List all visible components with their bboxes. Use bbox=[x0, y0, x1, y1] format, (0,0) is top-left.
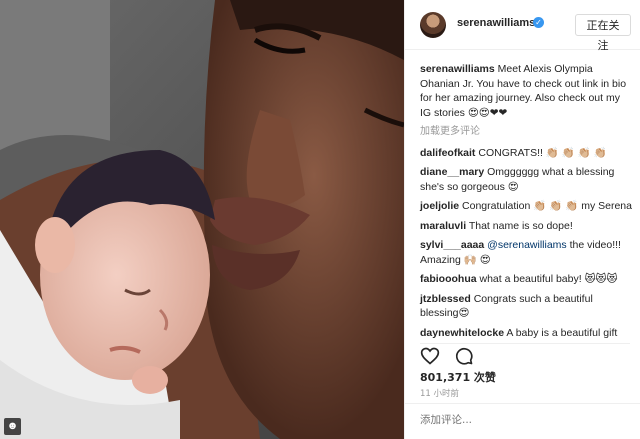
comment-text: Congratulation 👏🏼 👏🏼 👏🏼 my Serena bbox=[462, 200, 632, 212]
caption: serenawilliams Meet Alexis Olympia Ohani… bbox=[420, 62, 632, 120]
post-photo[interactable]: ☻ bbox=[0, 0, 404, 439]
mother-and-baby-image bbox=[0, 0, 404, 439]
comments-list: serenawilliams Meet Alexis Olympia Ohani… bbox=[420, 62, 632, 345]
post-header: serenawilliams ✓ 正在关注 bbox=[405, 0, 640, 52]
load-more-comments-link[interactable]: 加载更多评论 bbox=[420, 125, 632, 140]
action-bar bbox=[420, 343, 630, 366]
comment-username[interactable]: dalifeofkait bbox=[420, 147, 475, 159]
comment: maraluvli That name is so dope! bbox=[420, 219, 632, 234]
comment-username[interactable]: sylvi___aaaa bbox=[420, 239, 484, 251]
verified-badge-icon: ✓ bbox=[533, 17, 544, 28]
comment-username[interactable]: daynewhitelocke bbox=[420, 327, 504, 339]
header-username[interactable]: serenawilliams bbox=[457, 17, 535, 29]
comment-text: what a beautiful baby! 😻😻😻 bbox=[479, 273, 618, 285]
comment-text: A baby is a beautiful gift bbox=[506, 326, 618, 339]
post-timestamp: 11 小时前 bbox=[420, 389, 460, 399]
comment: diane__mary Omgggggg what a blessing she… bbox=[420, 165, 632, 194]
following-button[interactable]: 正在关注 bbox=[575, 14, 631, 52]
comment-mention[interactable]: @serenawilliams bbox=[487, 239, 567, 251]
user-silhouette-icon: ☻ bbox=[4, 418, 21, 435]
add-comment-input[interactable] bbox=[420, 414, 620, 426]
comment: fabiooohua what a beautiful baby! 😻😻😻 bbox=[420, 272, 632, 287]
comment: daynewhitelocke A baby is a beautiful gi… bbox=[420, 326, 632, 341]
like-count[interactable]: 801,371 次赞 bbox=[420, 369, 496, 385]
comment-username[interactable]: maraluvli bbox=[420, 220, 466, 232]
comment-text: That name is so dope! bbox=[468, 219, 573, 232]
avatar[interactable] bbox=[420, 12, 446, 38]
comment-text: CONGRATS!! 👏🏼 👏🏼 👏🏼 👏🏼 bbox=[478, 146, 607, 159]
comment: joeljolie Congratulation 👏🏼 👏🏼 👏🏼 my Ser… bbox=[420, 199, 632, 214]
comment-username[interactable]: diane__mary bbox=[420, 166, 484, 178]
add-comment-bar bbox=[405, 403, 640, 439]
comment: jtzblessed Congrats such a beautiful ble… bbox=[420, 292, 632, 321]
comment: dalifeofkait CONGRATS!! 👏🏼 👏🏼 👏🏼 👏🏼 bbox=[420, 146, 632, 161]
comment-username[interactable]: jtzblessed bbox=[420, 293, 471, 305]
comment-username[interactable]: fabiooohua bbox=[420, 273, 477, 285]
caption-username[interactable]: serenawilliams bbox=[420, 63, 495, 75]
comment-icon[interactable] bbox=[454, 346, 474, 366]
comment-username[interactable]: joeljolie bbox=[420, 200, 459, 212]
heart-icon[interactable] bbox=[420, 346, 440, 366]
comment: sylvi___aaaa @serenawilliams the video!!… bbox=[420, 238, 632, 267]
instagram-post: ☻ serenawilliams ✓ 正在关注 serenawilliams M… bbox=[0, 0, 640, 439]
post-sidebar: serenawilliams ✓ 正在关注 serenawilliams Mee… bbox=[404, 0, 640, 439]
